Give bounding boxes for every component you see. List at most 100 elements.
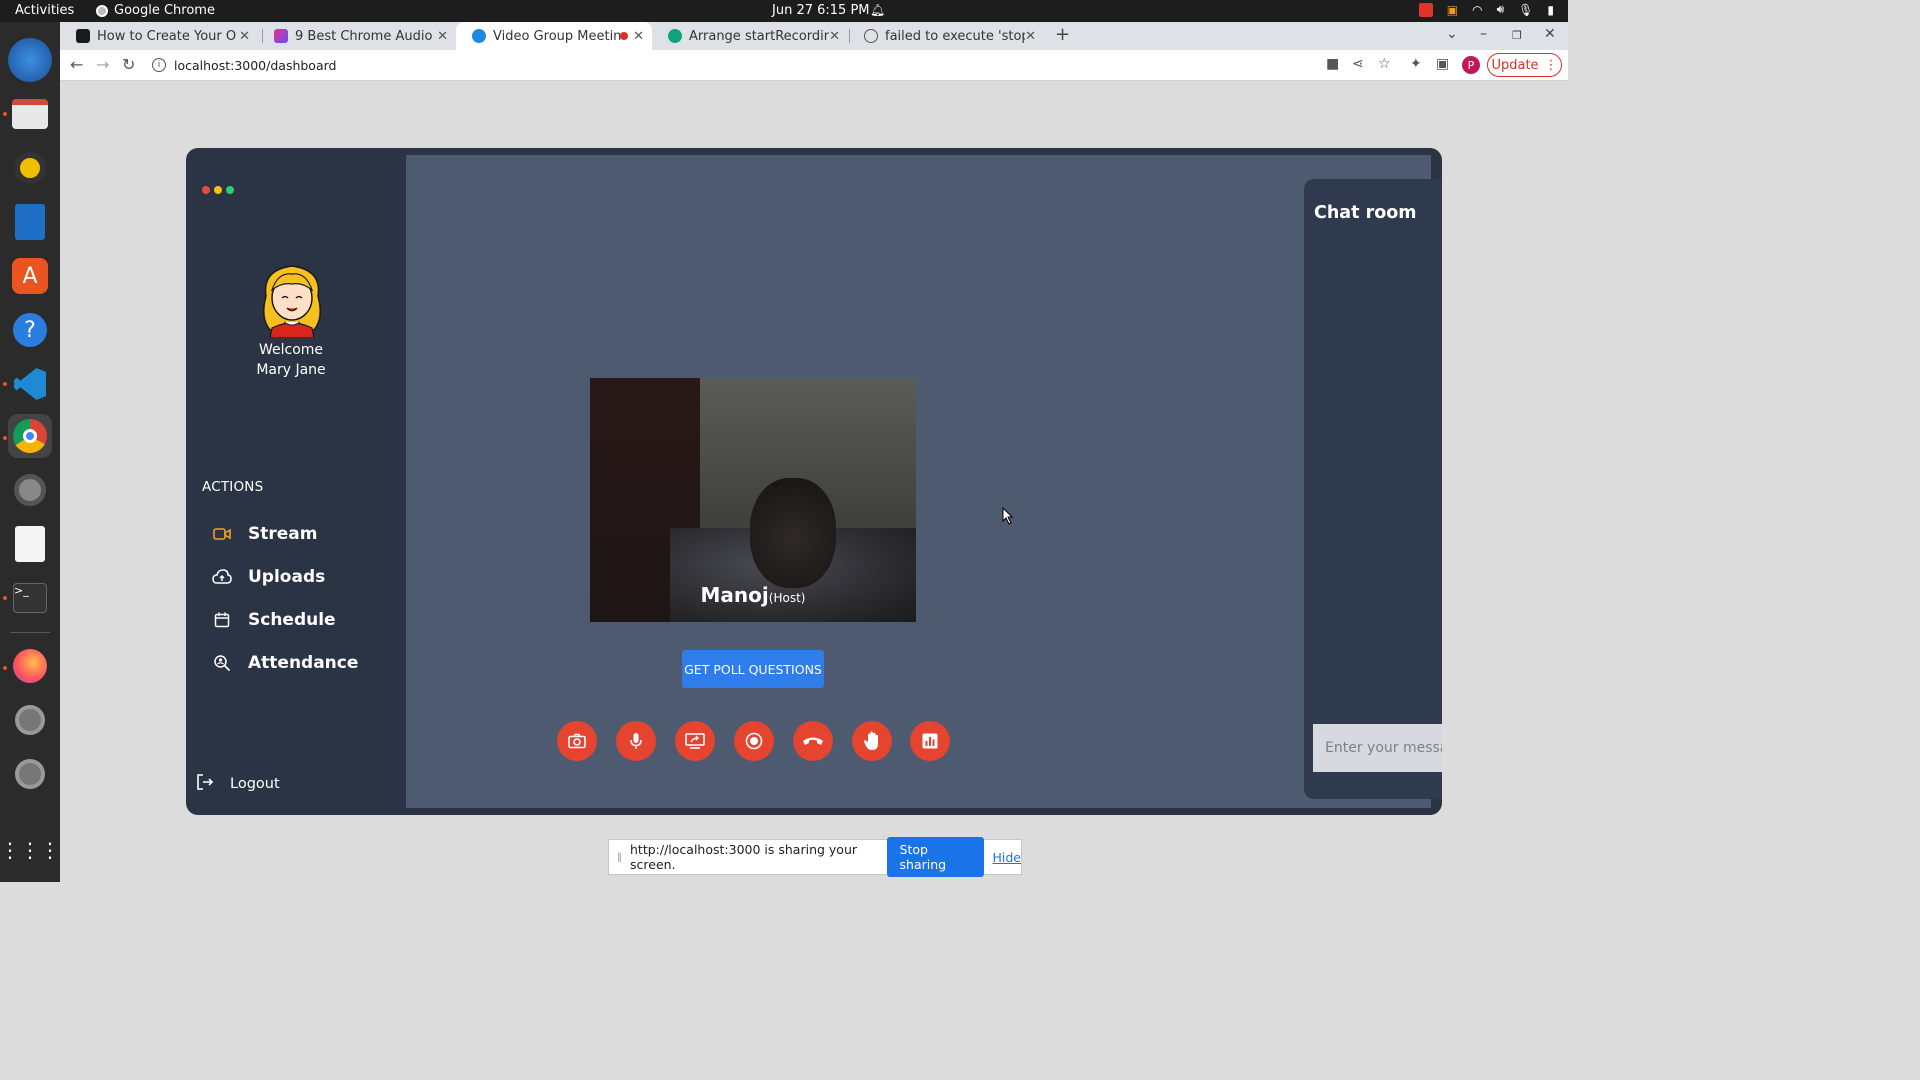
camera-button[interactable] bbox=[557, 721, 597, 761]
restore-icon[interactable]: ❐ bbox=[1512, 29, 1522, 42]
close-tab-icon[interactable]: ✕ bbox=[1025, 29, 1036, 44]
close-tab-icon[interactable]: ✕ bbox=[829, 29, 840, 44]
close-tab-icon[interactable]: ✕ bbox=[239, 29, 250, 44]
minimize-icon[interactable]: – bbox=[1480, 26, 1487, 42]
stop-sharing-button[interactable]: Stop sharing bbox=[886, 837, 984, 877]
disc-icon[interactable] bbox=[8, 698, 52, 742]
chat-message-input[interactable] bbox=[1313, 724, 1442, 772]
forward-icon[interactable]: → bbox=[96, 55, 109, 74]
extensions-icon[interactable]: ✦ bbox=[1410, 56, 1422, 72]
poll-chart-button[interactable] bbox=[910, 721, 950, 761]
browser-tab-active[interactable]: Video Group Meeting ✕ bbox=[456, 22, 652, 50]
sidebar-item-label: Uploads bbox=[248, 567, 326, 587]
vscode-icon[interactable] bbox=[8, 362, 52, 406]
camera-icon bbox=[568, 733, 586, 749]
main-panel: Manoj(Host) GET POLL QUESTIONS Chat room bbox=[406, 155, 1442, 808]
profile-avatar[interactable]: P bbox=[1462, 56, 1480, 74]
dock: A ? >_ ⋮⋮⋮ bbox=[0, 22, 60, 882]
browser-tab[interactable]: How to Create Your Own ✕ bbox=[60, 22, 258, 50]
sharing-message: http://localhost:3000 is sharing your sc… bbox=[630, 842, 858, 872]
phone-hangup-icon bbox=[803, 737, 823, 745]
tab-favicon-icon bbox=[668, 29, 682, 43]
sidebar-item-attendance[interactable]: Attendance bbox=[212, 653, 358, 673]
record-icon bbox=[745, 732, 763, 750]
show-apps-icon[interactable]: ⋮⋮⋮ bbox=[0, 828, 60, 872]
tab-favicon-icon bbox=[274, 29, 288, 43]
more-menu-icon: ⋮ bbox=[1544, 57, 1558, 73]
address-bar[interactable]: i localhost:3000/dashboard bbox=[152, 54, 1302, 76]
drag-handle-icon[interactable]: ‖ bbox=[617, 852, 622, 863]
tab-title: 9 Best Chrome Audio Cap bbox=[295, 28, 435, 44]
thunderbird-icon[interactable] bbox=[8, 38, 52, 82]
close-tab-icon[interactable]: ✕ bbox=[437, 29, 448, 44]
logout-button[interactable]: Logout bbox=[196, 773, 280, 795]
tab-favicon-icon bbox=[472, 29, 486, 43]
notification-bell-icon: 🔔︎ bbox=[870, 3, 886, 17]
activities-button[interactable]: Activities bbox=[15, 3, 74, 18]
clock[interactable]: Jun 27 6:15 PM bbox=[772, 3, 870, 18]
video-tile[interactable]: Manoj(Host) bbox=[590, 378, 916, 622]
window-dots bbox=[202, 186, 234, 194]
browser-toolbar: ← → ↻ i localhost:3000/dashboard ■ ⋖ ☆ ✦… bbox=[60, 50, 1568, 81]
sidebar-item-uploads[interactable]: Uploads bbox=[212, 567, 325, 587]
bookmark-star-icon[interactable]: ☆ bbox=[1378, 56, 1391, 72]
tab-title: Video Group Meeting bbox=[493, 28, 621, 44]
browser-tab[interactable]: 9 Best Chrome Audio Cap ✕ bbox=[258, 22, 456, 50]
wifi-icon: ◠ bbox=[1472, 2, 1483, 17]
share-icon[interactable]: ⋖ bbox=[1352, 56, 1364, 72]
microphone-tray-icon: 🎙︎ bbox=[1518, 2, 1534, 17]
browser-tab[interactable]: failed to execute 'stop' on ✕ bbox=[848, 22, 1044, 50]
logout-label: Logout bbox=[230, 776, 280, 792]
welcome-text: Welcome Mary Jane bbox=[226, 340, 356, 380]
side-panel-icon[interactable]: ▣ bbox=[1436, 56, 1449, 72]
get-poll-questions-button[interactable]: GET POLL QUESTIONS bbox=[682, 650, 824, 688]
new-tab-button[interactable]: + bbox=[1055, 24, 1070, 45]
tab-search-icon[interactable]: ⌄ bbox=[1446, 26, 1458, 42]
calendar-icon bbox=[212, 610, 232, 630]
text-editor-icon[interactable] bbox=[8, 522, 52, 566]
app-menu-label: Google Chrome bbox=[114, 3, 215, 18]
raise-hand-button[interactable] bbox=[852, 721, 892, 761]
participant-role: (Host) bbox=[768, 591, 806, 605]
tab-title: Arrange startRecording F bbox=[689, 28, 829, 44]
help-icon[interactable]: ? bbox=[8, 308, 52, 352]
url-text: localhost:3000/dashboard bbox=[174, 57, 337, 73]
writer-icon[interactable] bbox=[8, 200, 52, 244]
sidebar-item-stream[interactable]: Stream bbox=[212, 524, 317, 544]
files-icon[interactable] bbox=[8, 92, 52, 136]
record-button[interactable] bbox=[734, 721, 774, 761]
browser-tab[interactable]: Arrange startRecording F ✕ bbox=[652, 22, 848, 50]
system-tray[interactable]: ▣ ◠ 🔊︎ 🎙︎ ▮ bbox=[1418, 2, 1554, 17]
software-center-icon[interactable]: A bbox=[8, 254, 52, 298]
microphone-button[interactable] bbox=[616, 721, 656, 761]
app-menu[interactable]: Google Chrome bbox=[96, 3, 215, 18]
rhythmbox-icon[interactable] bbox=[8, 146, 52, 190]
firefox-icon[interactable] bbox=[8, 644, 52, 688]
screen-share-icon bbox=[685, 733, 705, 749]
end-call-button[interactable] bbox=[793, 721, 833, 761]
screen-share-button[interactable] bbox=[675, 721, 715, 761]
sidebar-item-label: Attendance bbox=[248, 653, 359, 673]
settings-icon[interactable] bbox=[8, 468, 52, 512]
camera-indicator-icon[interactable]: ■ bbox=[1326, 56, 1339, 72]
site-info-icon[interactable]: i bbox=[152, 58, 166, 72]
globe-icon bbox=[864, 29, 878, 43]
mouse-cursor-icon bbox=[1002, 507, 1014, 525]
sidebar-item-label: Schedule bbox=[248, 610, 336, 630]
terminal-icon[interactable]: >_ bbox=[8, 576, 52, 620]
cloud-upload-icon bbox=[212, 567, 232, 587]
bar-chart-icon bbox=[922, 733, 938, 749]
hide-link[interactable]: Hide bbox=[993, 850, 1022, 865]
disc-icon[interactable] bbox=[8, 752, 52, 796]
close-window-icon[interactable]: ✕ bbox=[1544, 26, 1556, 42]
update-icon: ▣ bbox=[1446, 2, 1459, 17]
back-icon[interactable]: ← bbox=[70, 55, 83, 74]
search-person-icon bbox=[212, 653, 232, 673]
chrome-dock-icon[interactable] bbox=[8, 414, 52, 458]
sidebar-item-schedule[interactable]: Schedule bbox=[212, 610, 336, 630]
update-button-label: Update bbox=[1491, 57, 1539, 73]
close-tab-icon[interactable]: ✕ bbox=[633, 29, 644, 44]
update-button[interactable]: Update ⋮ bbox=[1487, 53, 1562, 77]
chat-room-title: Chat room bbox=[1314, 203, 1417, 223]
reload-icon[interactable]: ↻ bbox=[122, 55, 135, 74]
